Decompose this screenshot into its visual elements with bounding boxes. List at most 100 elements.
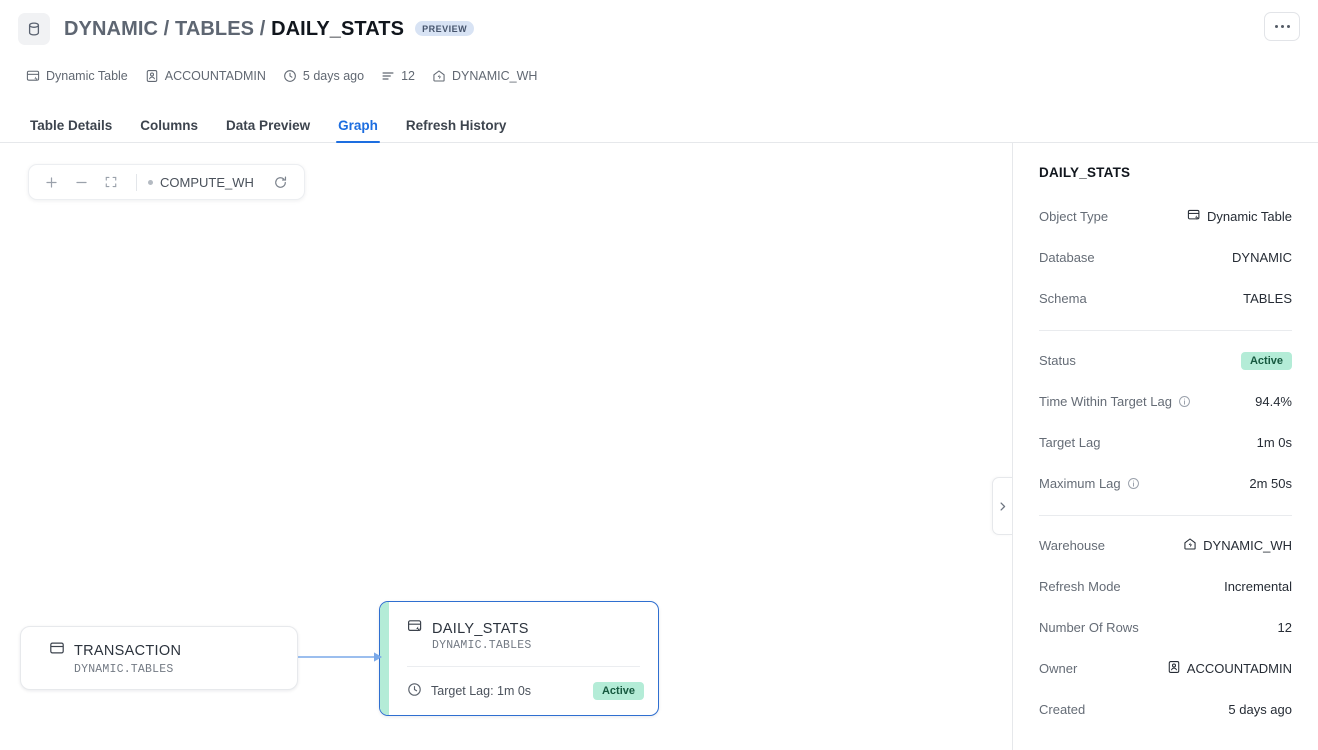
node-text: TRANSACTION DYNAMIC.TABLES	[49, 640, 181, 676]
status-badge: Active	[1240, 351, 1292, 370]
node-target-lag: Target Lag: 1m 0s	[407, 682, 531, 700]
toolbar-divider	[136, 173, 137, 191]
warehouse-icon	[432, 69, 446, 83]
detail-row-warehouse: Warehouse DYNAMIC_WH	[1039, 525, 1292, 566]
graph-warehouse-label: COMPUTE_WH	[160, 174, 254, 190]
node-title-line: TRANSACTION	[49, 640, 181, 661]
detail-label: Schema	[1039, 291, 1087, 306]
dynamic-table-icon	[1187, 208, 1201, 225]
zoom-out-button[interactable]	[67, 168, 95, 196]
detail-row-database: Database DYNAMIC	[1039, 237, 1292, 278]
detail-value-text: ACCOUNTADMIN	[1186, 661, 1292, 676]
graph-warehouse-selector[interactable]: COMPUTE_WH	[148, 175, 254, 190]
node-subtitle: DYNAMIC.TABLES	[432, 639, 532, 652]
chevron-right-icon[interactable]	[992, 477, 1012, 535]
kebab-dot	[1286, 25, 1290, 28]
graph-edge	[298, 652, 382, 662]
detail-label: Number Of Rows	[1039, 620, 1139, 635]
detail-value-text: 94.4%	[1255, 394, 1292, 409]
detail-label: Object Type	[1039, 209, 1109, 224]
detail-value-text: 1m 0s	[1256, 435, 1292, 450]
detail-label: Maximum Lag	[1039, 476, 1140, 491]
detail-row-schema: Schema TABLES	[1039, 278, 1292, 319]
clock-icon	[407, 682, 422, 700]
detail-value-text: 12	[1277, 620, 1292, 635]
clock-icon	[283, 69, 297, 83]
detail-value-text: TABLES	[1243, 291, 1292, 306]
fit-screen-icon[interactable]	[97, 168, 125, 196]
detail-row-target-lag: Target Lag 1m 0s	[1039, 422, 1292, 463]
page-title-leaf: DAILY_STATS	[271, 17, 405, 40]
node-subtitle: DYNAMIC.TABLES	[74, 663, 174, 676]
graph-node-daily-stats[interactable]: DAILY_STATS DYNAMIC.TABLES Target Lag: 1…	[379, 601, 659, 716]
meta-item-object-type: Dynamic Table	[26, 69, 128, 83]
meta-label: Dynamic Table	[46, 69, 128, 83]
tab-bar: Table Details Columns Data Preview Graph…	[0, 105, 1318, 143]
preview-badge: PREVIEW	[415, 20, 475, 36]
detail-row-time-within-target-lag: Time Within Target Lag 94.4%	[1039, 381, 1292, 422]
tab-refresh-history[interactable]: Refresh History	[392, 118, 521, 143]
page-body: COMPUTE_WH TRANSACTION DYNAMIC.TABLES DA…	[0, 143, 1318, 750]
detail-row-owner: Owner ACCOUNTADMIN	[1039, 648, 1292, 689]
kebab-dot	[1280, 25, 1284, 28]
user-badge-icon	[1167, 660, 1181, 677]
meta-item-owner: ACCOUNTADMIN	[145, 69, 266, 83]
detail-label: Target Lag	[1039, 435, 1101, 450]
node-target-lag-label: Target Lag: 1m 0s	[431, 684, 532, 698]
kebab-dot	[1274, 25, 1278, 28]
metadata-bar: Dynamic Table ACCOUNTADMIN 5 days ago 12…	[0, 61, 1318, 91]
page-header: DYNAMIC / TABLES / DAILY_STATS PREVIEW	[0, 0, 1318, 58]
detail-value-text: DYNAMIC_WH	[1203, 538, 1292, 553]
detail-value: DYNAMIC_WH	[1183, 537, 1292, 554]
dynamic-table-icon	[26, 69, 40, 83]
details-panel-title: DAILY_STATS	[1039, 165, 1131, 180]
detail-label: Database	[1039, 250, 1095, 265]
graph-toolbar: COMPUTE_WH	[28, 164, 305, 200]
detail-label-text: Maximum Lag	[1039, 476, 1121, 491]
graph-node-transaction[interactable]: TRANSACTION DYNAMIC.TABLES	[20, 626, 298, 690]
detail-label: Warehouse	[1039, 538, 1105, 553]
database-icon	[18, 13, 50, 45]
detail-value: Dynamic Table	[1187, 208, 1292, 225]
graph-canvas[interactable]: COMPUTE_WH TRANSACTION DYNAMIC.TABLES DA…	[0, 143, 1012, 750]
table-icon	[49, 640, 65, 661]
meta-item-rows: 12	[381, 69, 415, 83]
detail-row-refresh-mode: Refresh Mode Incremental	[1039, 566, 1292, 607]
detail-row-maximum-lag: Maximum Lag 2m 50s	[1039, 463, 1292, 504]
node-title: DAILY_STATS	[432, 620, 529, 637]
details-panel: DAILY_STATS Object Type Dynamic Table Da…	[1012, 143, 1318, 750]
detail-value-text: Dynamic Table	[1206, 209, 1292, 224]
page-title: DYNAMIC / TABLES / DAILY_STATS PREVIEW	[64, 17, 475, 41]
tab-columns[interactable]: Columns	[126, 118, 212, 143]
detail-value-text: Incremental	[1224, 579, 1292, 594]
info-icon[interactable]	[1127, 477, 1140, 490]
zoom-in-button[interactable]	[37, 168, 65, 196]
more-actions-button[interactable]	[1264, 12, 1300, 41]
detail-label: Owner	[1039, 661, 1078, 676]
node-title: TRANSACTION	[74, 642, 182, 659]
dynamic-table-icon	[407, 618, 423, 639]
detail-label: Created	[1039, 702, 1086, 717]
meta-item-warehouse: DYNAMIC_WH	[432, 69, 537, 83]
detail-label: Refresh Mode	[1039, 579, 1121, 594]
tab-graph[interactable]: Graph	[324, 118, 392, 143]
detail-row-status: Status Active	[1039, 340, 1292, 381]
dynamic-table-page: DYNAMIC / TABLES / DAILY_STATS PREVIEW Dy…	[0, 0, 1318, 750]
detail-value-text: DYNAMIC	[1232, 250, 1292, 265]
meta-label: 12	[401, 69, 415, 83]
status-dot-icon	[148, 179, 153, 185]
detail-label-text: Time Within Target Lag	[1039, 394, 1172, 409]
detail-row-object-type: Object Type Dynamic Table	[1039, 196, 1292, 237]
tab-table-details[interactable]: Table Details	[16, 118, 126, 143]
refresh-icon[interactable]	[270, 171, 292, 193]
detail-value-text: 2m 50s	[1249, 476, 1292, 491]
node-header: DAILY_STATS DYNAMIC.TABLES	[389, 618, 658, 652]
node-title-line: DAILY_STATS	[407, 618, 640, 639]
node-body: DAILY_STATS DYNAMIC.TABLES Target Lag: 1…	[389, 602, 658, 715]
panel-divider	[1039, 330, 1292, 331]
meta-item-modified: 5 days ago	[283, 69, 364, 83]
info-icon[interactable]	[1178, 395, 1191, 408]
tab-data-preview[interactable]: Data Preview	[212, 118, 324, 143]
user-badge-icon	[145, 69, 159, 83]
detail-value-text: 5 days ago	[1228, 702, 1292, 717]
